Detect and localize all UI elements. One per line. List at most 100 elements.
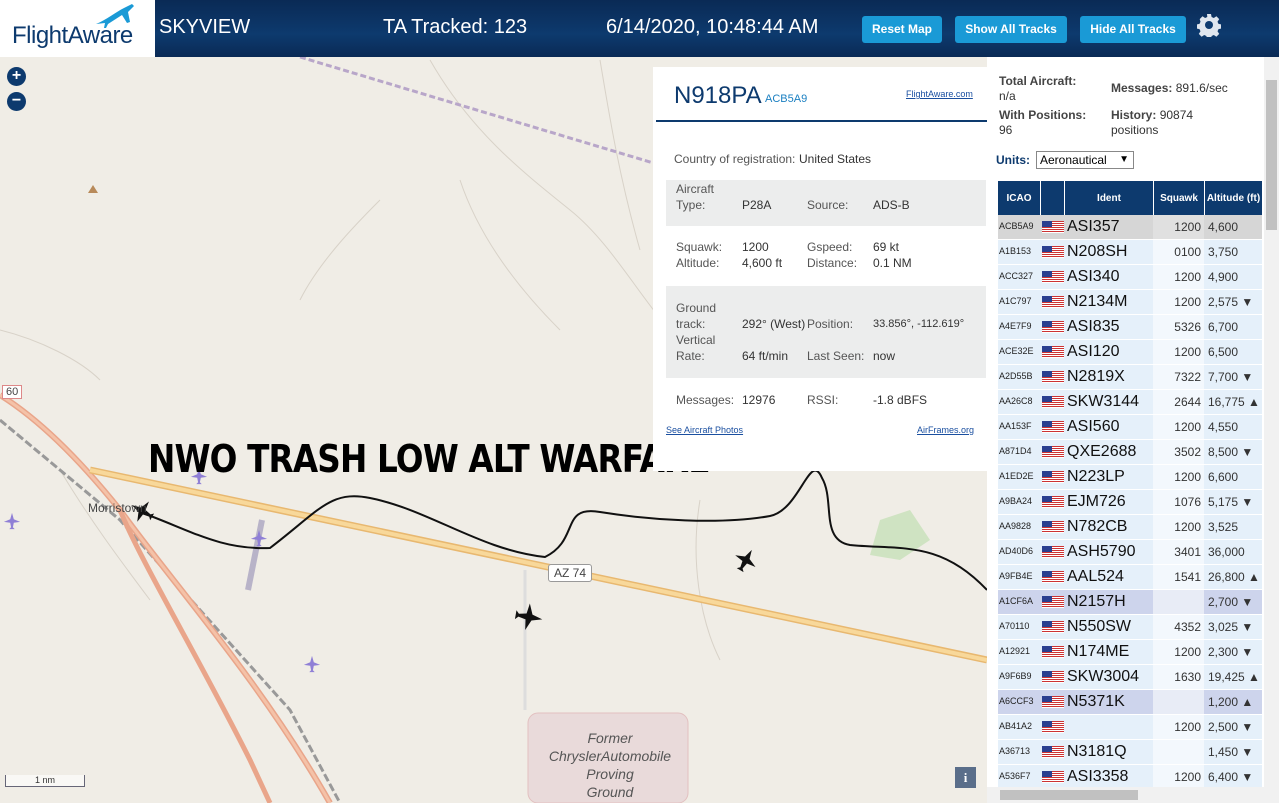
squawk-cell: 4352 (1174, 620, 1201, 634)
us-flag-icon (1042, 321, 1064, 333)
position-value: 33.856°, -112.619° (873, 318, 965, 330)
icao-cell: A6CCF3 (999, 696, 1034, 706)
last-seen-label: Last Seen: (807, 349, 865, 363)
table-row[interactable]: A1C797 N2134M 1200 2,575 ▼ (998, 290, 1262, 315)
col-ident[interactable]: Ident (1065, 181, 1154, 215)
zoom-out-button[interactable]: − (7, 92, 26, 111)
popup-track-row: Ground track: 292° (West) Position: 33.8… (666, 286, 986, 378)
history-value: 90874 (1159, 108, 1194, 122)
altitude-cell: 1,450 ▼ (1208, 745, 1254, 759)
table-row[interactable]: AD40D6 ASH5790 3401 36,000 (998, 540, 1262, 565)
other-aircraft-icon[interactable] (303, 655, 321, 673)
info-button[interactable]: i (955, 767, 976, 788)
col-icao[interactable]: ICAO (998, 181, 1041, 215)
altitude-cell: 26,800 ▲ (1208, 570, 1260, 584)
ident-cell: ASH5790 (1067, 543, 1136, 560)
history-unit: positions (1111, 123, 1159, 137)
squawk-cell: 1200 (1174, 470, 1201, 484)
position-label: Position: (807, 317, 854, 331)
reset-map-button[interactable]: Reset Map (862, 16, 942, 43)
table-row[interactable]: A9BA24 EJM726 1076 5,175 ▼ (998, 490, 1262, 515)
table-row[interactable]: ACE32E ASI120 1200 6,500 (998, 340, 1262, 365)
altitude-cell: 4,600 (1208, 220, 1239, 234)
table-row[interactable]: AA26C8 SKW3144 2644 16,775 ▲ (998, 390, 1262, 415)
aircraft-icon[interactable] (733, 547, 759, 573)
squawk-cell: 3401 (1174, 545, 1201, 559)
us-flag-icon (1042, 471, 1064, 483)
vertical-scroll-thumb[interactable] (1266, 80, 1277, 230)
icao-cell: A9FB4E (999, 571, 1033, 581)
popup-divider (656, 120, 987, 122)
icao-cell: ACB5A9 (999, 221, 1034, 231)
altitude-value: 4,600 ft (742, 256, 783, 270)
ident-cell: SKW3144 (1067, 393, 1140, 410)
ident-cell: N550SW (1067, 618, 1132, 635)
horizontal-scroll-thumb[interactable] (1000, 790, 1138, 800)
altitude-cell: 36,000 (1208, 545, 1245, 559)
units-label: Units: (996, 153, 1030, 167)
hide-all-tracks-button[interactable]: Hide All Tracks (1080, 16, 1186, 43)
squawk-cell: 5326 (1174, 320, 1201, 334)
gspeed-label: Gspeed: (807, 240, 853, 254)
table-row[interactable]: A6CCF3 N5371K 1,200 ▲ (998, 690, 1262, 715)
table-row[interactable]: AA153F ASI560 1200 4,550 (998, 415, 1262, 440)
flightaware-link[interactable]: FlightAware.com (906, 89, 973, 99)
altitude-cell: 2,500 ▼ (1208, 720, 1254, 734)
us-flag-icon (1042, 746, 1064, 758)
header-bar: FlightAware SKYVIEW TA Tracked: 123 6/14… (0, 0, 1279, 57)
settings-gear-icon[interactable] (1197, 13, 1221, 37)
altitude-cell: 16,775 ▲ (1208, 395, 1260, 409)
us-flag-icon (1042, 271, 1064, 283)
popup-callsign: N918PA (674, 82, 762, 109)
table-row[interactable]: A2D55B N2819X 7322 7,700 ▼ (998, 365, 1262, 390)
altitude-cell: 3,025 ▼ (1208, 620, 1254, 634)
ground-track-value: 292° (West) (742, 317, 806, 331)
table-row[interactable]: A36713 N3181Q 1,450 ▼ (998, 740, 1262, 765)
altitude-cell: 5,175 ▼ (1208, 495, 1254, 509)
flightaware-logo[interactable]: FlightAware (0, 0, 155, 57)
show-all-tracks-button[interactable]: Show All Tracks (955, 16, 1067, 43)
popup-messages-row: Messages: 12976 RSSI: -1.8 dBFS (666, 392, 986, 412)
table-row[interactable]: A9FB4E AAL524 1541 26,800 ▲ (998, 565, 1262, 590)
ident-cell: N2819X (1067, 368, 1125, 385)
icao-cell: AD40D6 (999, 546, 1034, 556)
table-row[interactable]: ACB5A9 ASI357 1200 4,600 (998, 215, 1262, 240)
proving-ground-line: ChryslerAutomobile (548, 748, 672, 764)
col-squawk[interactable]: Squawk (1154, 181, 1205, 215)
rssi-label: RSSI: (807, 393, 839, 407)
aircraft-photos-link[interactable]: See Aircraft Photos (666, 425, 743, 435)
dropdown-arrow-icon: ▼ (1119, 154, 1129, 165)
table-row[interactable]: A1ED2E N223LP 1200 6,600 (998, 465, 1262, 490)
squawk-cell: 1076 (1174, 495, 1201, 509)
zoom-in-button[interactable]: + (7, 67, 26, 86)
table-row[interactable]: A12921 N174ME 1200 2,300 ▼ (998, 640, 1262, 665)
col-altitude[interactable]: Altitude (ft) (1205, 181, 1262, 215)
table-row[interactable]: A1CF6A N2157H 2,700 ▼ (998, 590, 1262, 615)
ident-cell: N3181Q (1067, 743, 1127, 760)
other-aircraft-icon[interactable] (3, 512, 21, 530)
other-aircraft-icon[interactable] (250, 529, 268, 547)
table-row[interactable]: A4E7F9 ASI835 5326 6,700 (998, 315, 1262, 340)
popup-squawk-row: Squawk: 1200 Gspeed: 69 kt Altitude: 4,6… (666, 239, 986, 275)
table-row[interactable]: AA9828 N782CB 1200 3,525 (998, 515, 1262, 540)
highway-60-shield: 60 (2, 385, 23, 399)
icao-cell: A70110 (999, 621, 1030, 631)
airframes-link[interactable]: AirFrames.org (917, 425, 974, 435)
table-row[interactable]: A9F6B9 SKW3004 1630 19,425 ▲ (998, 665, 1262, 690)
ident-cell: N782CB (1067, 518, 1128, 535)
units-select[interactable]: Aeronautical ▼ (1036, 151, 1134, 169)
ident-cell: N5371K (1067, 693, 1125, 710)
table-row[interactable]: A871D4 QXE2688 3502 8,500 ▼ (998, 440, 1262, 465)
table-row[interactable]: ACC327 ASI340 1200 4,900 (998, 265, 1262, 290)
ident-cell: ASI120 (1067, 343, 1120, 360)
squawk-cell: 7322 (1174, 370, 1201, 384)
table-row[interactable]: A1B153 N208SH 0100 3,750 (998, 240, 1262, 265)
icao-cell: A36713 (999, 746, 1031, 756)
aircraft-icon[interactable] (514, 602, 544, 632)
squawk-cell: 1200 (1174, 420, 1201, 434)
table-row[interactable]: A70110 N550SW 4352 3,025 ▼ (998, 615, 1262, 640)
popup-hex[interactable]: ACB5A9 (765, 93, 807, 105)
squawk-cell: 1200 (1174, 345, 1201, 359)
col-flag[interactable] (1041, 181, 1065, 215)
table-row[interactable]: AB41A2 1200 2,500 ▼ (998, 715, 1262, 740)
